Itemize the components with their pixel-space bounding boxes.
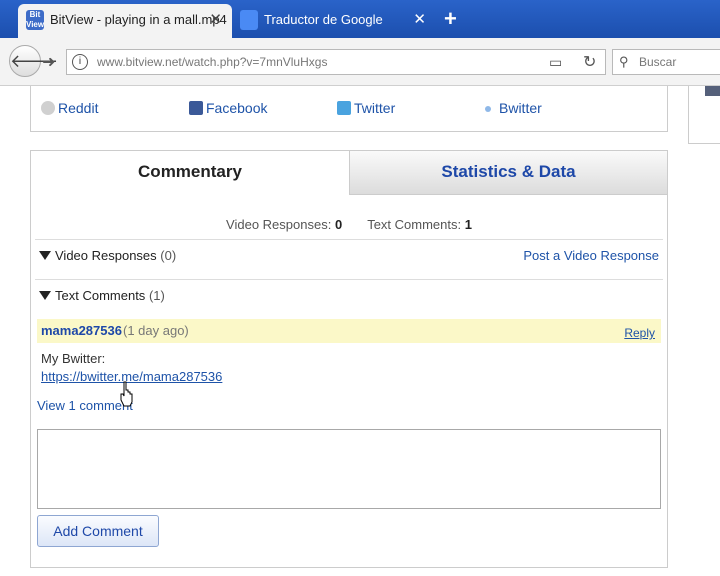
tab-commentary[interactable]: Commentary [31, 151, 349, 195]
hand-cursor-icon [120, 381, 133, 407]
comment-text: My Bwitter: [41, 351, 106, 366]
share-label: Facebook [206, 100, 268, 116]
share-label: Reddit [58, 100, 99, 116]
tab-bitview[interactable]: Bit View BitView - playing in a mall.mp4… [18, 4, 232, 38]
forward-button[interactable]: ➜ [42, 52, 55, 72]
url-text: www.bitview.net/watch.php?v=7mnVluHxgs [97, 55, 328, 69]
divider [35, 279, 663, 280]
video-responses-count: 0 [334, 217, 343, 232]
section-count: (0) [160, 248, 177, 263]
video-responses-count-label: Video Responses: [226, 217, 332, 232]
tab-google-translate[interactable]: Traductor de Google ✕ [232, 4, 436, 38]
triangle-down-icon [39, 291, 51, 300]
comment-username[interactable]: mama287536 [41, 323, 122, 338]
share-label: Bwitter [499, 100, 542, 116]
back-button[interactable]: 🡐 [9, 45, 58, 77]
search-bar[interactable]: ⚲ Buscar [612, 49, 720, 75]
info-icon[interactable]: i [72, 54, 88, 70]
sidebar-fragment [688, 86, 720, 144]
reddit-icon [41, 101, 55, 115]
address-bar[interactable]: i www.bitview.net/watch.php?v=7mnVluHxgs… [66, 49, 606, 75]
add-comment-button[interactable]: Add Comment [37, 515, 159, 547]
text-comments-header[interactable]: Text Comments (1) [39, 288, 165, 303]
close-icon[interactable]: ✕ [413, 10, 426, 28]
page-content: Reddit Facebook Twitter Bwitter Commenta… [0, 86, 720, 576]
search-icon: ⚲ [619, 54, 629, 69]
divider [35, 239, 663, 240]
comments-panel: Commentary Statistics & Data Video Respo… [30, 150, 668, 568]
post-video-response-link[interactable]: Post a Video Response [523, 248, 659, 263]
share-bwitter[interactable]: Bwitter [485, 100, 542, 116]
reader-view-icon[interactable]: ▭ [549, 54, 562, 71]
comment-timestamp: (1 day ago) [123, 323, 189, 338]
bwitter-icon [485, 106, 491, 112]
triangle-down-icon [39, 251, 51, 260]
google-translate-icon [240, 10, 258, 30]
reload-icon[interactable]: ↻ [583, 52, 596, 72]
twitter-icon [337, 101, 351, 115]
text-comments-count: 1 [464, 217, 472, 232]
share-bar: Reddit Facebook Twitter Bwitter [30, 86, 668, 132]
tab-title: BitView - playing in a mall.mp4 [50, 12, 227, 27]
share-twitter[interactable]: Twitter [337, 100, 395, 116]
section-label: Text Comments [55, 288, 146, 303]
new-tab-icon[interactable]: + [444, 6, 457, 32]
browser-navbar: 🡐 ➜ i www.bitview.net/watch.php?v=7mnVlu… [0, 38, 720, 86]
share-reddit[interactable]: Reddit [41, 100, 98, 116]
comment-input[interactable] [37, 429, 661, 509]
text-comments-count-label: Text Comments: [367, 217, 462, 232]
share-label: Twitter [354, 100, 396, 116]
thumbnail[interactable] [705, 86, 720, 96]
comment-counts: Video Responses: 0 Text Comments: 1 [31, 217, 667, 232]
video-responses-header[interactable]: Video Responses (0) [39, 248, 176, 263]
comment-header: mama287536 (1 day ago) Reply [37, 319, 661, 343]
browser-tabstrip: Bit View BitView - playing in a mall.mp4… [0, 0, 720, 38]
section-label: Video Responses [55, 248, 157, 263]
tab-title: Traductor de Google [264, 12, 383, 27]
reply-link[interactable]: Reply [624, 326, 655, 340]
tab-statistics[interactable]: Statistics & Data [349, 151, 667, 195]
share-facebook[interactable]: Facebook [189, 100, 267, 116]
search-placeholder: Buscar [639, 55, 677, 69]
facebook-icon [189, 101, 203, 115]
bitview-logo-icon: Bit View [26, 10, 45, 30]
close-icon[interactable]: ✕ [209, 10, 222, 28]
section-count: (1) [148, 288, 165, 303]
